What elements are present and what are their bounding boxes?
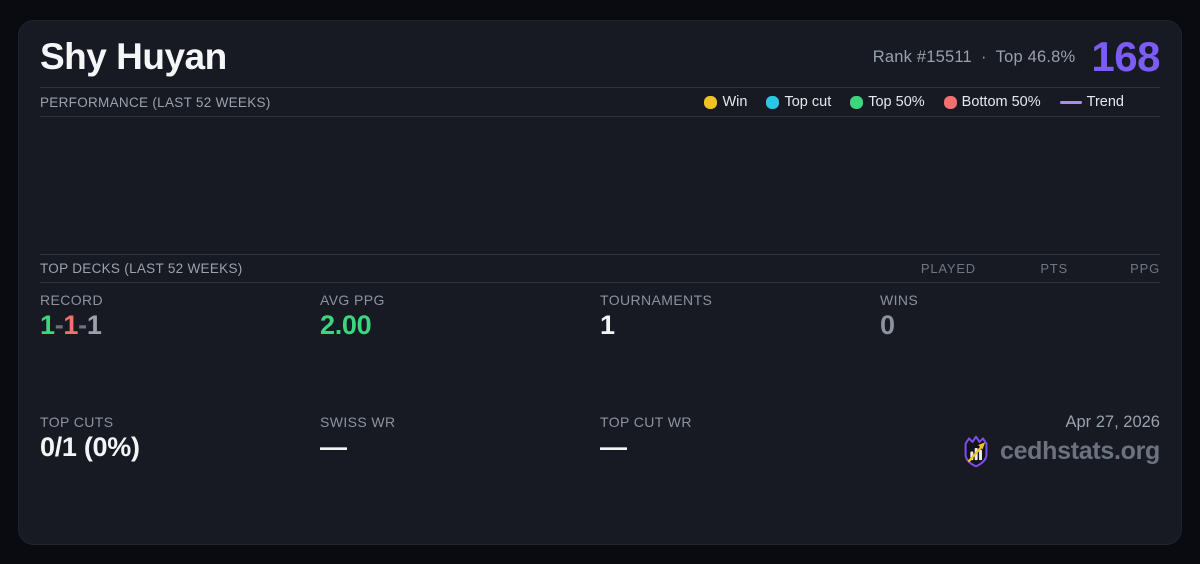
card-footer: Apr 27, 2026 cedhstats.org bbox=[880, 414, 1160, 536]
legend-label: Bottom 50% bbox=[962, 94, 1041, 110]
stat-avg-ppg: AVG PPG 2.00 bbox=[320, 292, 600, 414]
points-value: 168 bbox=[1091, 36, 1160, 78]
legend-item-top-50: Top 50% bbox=[850, 94, 924, 110]
top-50-dot-icon bbox=[850, 96, 863, 109]
rank-line: Rank #15511 · Top 46.8% bbox=[873, 48, 1076, 67]
stat-tournaments: TOURNAMENTS 1 bbox=[600, 292, 880, 414]
card-header: Shy Huyan Rank #15511 · Top 46.8% 168 bbox=[40, 21, 1160, 87]
brand-text: cedhstats.org bbox=[1000, 437, 1160, 466]
performance-chart-area bbox=[40, 117, 1160, 254]
stats-grid: RECORD 1-1-1 AVG PPG 2.00 TOURNAMENTS 1 … bbox=[40, 283, 1160, 545]
page-background: Shy Huyan Rank #15511 · Top 46.8% 168 PE… bbox=[0, 0, 1200, 564]
stat-label: RECORD bbox=[40, 292, 320, 309]
top-cut-wr-value: — bbox=[600, 432, 880, 463]
top-percent-text: Top 46.8% bbox=[996, 48, 1076, 67]
column-header-played: PLAYED bbox=[921, 261, 976, 276]
brand-link[interactable]: cedhstats.org bbox=[961, 435, 1160, 468]
legend-item-top-cut: Top cut bbox=[766, 94, 831, 110]
record-wins: 1 bbox=[40, 310, 55, 340]
column-header-pts: PTS bbox=[1022, 261, 1068, 276]
top-decks-section-title: TOP DECKS (LAST 52 WEEKS) bbox=[40, 261, 243, 276]
performance-section-title: PERFORMANCE (LAST 52 WEEKS) bbox=[40, 95, 271, 110]
stat-label: AVG PPG bbox=[320, 292, 600, 309]
rank-text: Rank #15511 bbox=[873, 48, 972, 67]
avg-ppg-value: 2.00 bbox=[320, 310, 600, 341]
stat-wins: WINS 0 bbox=[880, 292, 1160, 414]
chart-legend: Win Top cut Top 50% Bottom 50% Trend bbox=[704, 94, 1160, 110]
player-name: Shy Huyan bbox=[40, 36, 227, 78]
top-cuts-value: 0/1 (0%) bbox=[40, 432, 320, 463]
win-dot-icon bbox=[704, 96, 717, 109]
trend-line-icon bbox=[1060, 101, 1082, 104]
legend-item-trend: Trend bbox=[1060, 94, 1124, 110]
record-draws: 1 bbox=[87, 310, 102, 340]
rank-separator: · bbox=[981, 48, 987, 67]
wins-value: 0 bbox=[880, 310, 1160, 341]
legend-label: Trend bbox=[1087, 94, 1124, 110]
stat-swiss-wr: SWISS WR — bbox=[320, 414, 600, 536]
stat-label: WINS bbox=[880, 292, 1160, 309]
stat-label: TOP CUTS bbox=[40, 414, 320, 431]
swiss-wr-value: — bbox=[320, 432, 600, 463]
top-decks-columns: PLAYED PTS PPG bbox=[875, 261, 1160, 276]
legend-label: Top 50% bbox=[868, 94, 924, 110]
stat-top-cut-wr: TOP CUT WR — bbox=[600, 414, 880, 536]
bottom-50-dot-icon bbox=[944, 96, 957, 109]
stat-label: TOP CUT WR bbox=[600, 414, 880, 431]
legend-item-win: Win bbox=[704, 94, 747, 110]
stat-top-cuts: TOP CUTS 0/1 (0%) bbox=[40, 414, 320, 536]
date-text: Apr 27, 2026 bbox=[1066, 412, 1161, 432]
stat-record: RECORD 1-1-1 bbox=[40, 292, 320, 414]
record-value: 1-1-1 bbox=[40, 310, 320, 341]
top-cut-dot-icon bbox=[766, 96, 779, 109]
record-dash: - bbox=[78, 310, 87, 340]
performance-header-row: PERFORMANCE (LAST 52 WEEKS) Win Top cut … bbox=[40, 88, 1160, 116]
record-losses: 1 bbox=[63, 310, 78, 340]
stat-label: SWISS WR bbox=[320, 414, 600, 431]
legend-item-bottom-50: Bottom 50% bbox=[944, 94, 1041, 110]
top-decks-header-row: TOP DECKS (LAST 52 WEEKS) PLAYED PTS PPG bbox=[40, 255, 1160, 282]
player-stats-card: Shy Huyan Rank #15511 · Top 46.8% 168 PE… bbox=[18, 20, 1182, 545]
column-header-ppg: PPG bbox=[1114, 261, 1160, 276]
tournaments-value: 1 bbox=[600, 310, 880, 341]
stat-label: TOURNAMENTS bbox=[600, 292, 880, 309]
legend-label: Win bbox=[722, 94, 747, 110]
cedhstats-shield-logo-icon bbox=[961, 435, 991, 468]
header-right: Rank #15511 · Top 46.8% 168 bbox=[873, 36, 1160, 78]
legend-label: Top cut bbox=[784, 94, 831, 110]
